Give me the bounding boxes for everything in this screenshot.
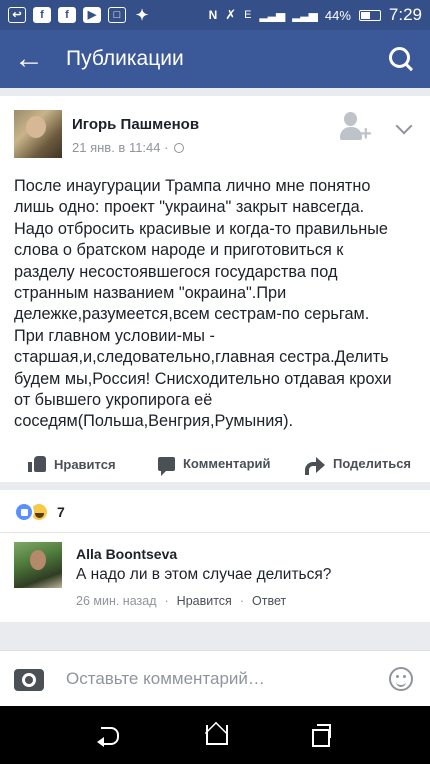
chevron-down-icon[interactable] [395, 117, 413, 135]
facebook-icon: f [58, 7, 76, 23]
comment-input[interactable] [66, 665, 366, 693]
battery-icon [358, 9, 381, 21]
emoji-icon[interactable] [389, 667, 413, 691]
globe-icon [174, 143, 185, 153]
add-friend-icon[interactable]: + [340, 112, 372, 145]
like-label: Нравится [54, 456, 116, 472]
camera-icon[interactable] [14, 669, 44, 691]
divider [0, 532, 430, 533]
comment-label: Комментарий [183, 456, 271, 471]
back-arrow-icon[interactable]: ← [14, 44, 54, 74]
mute-icon: ✗ [225, 7, 237, 22]
comment-button[interactable]: Комментарий [158, 456, 271, 476]
thumbs-up-icon [28, 456, 46, 472]
clock: 7:29 [388, 5, 422, 24]
post-card: Игорь Пашменов 21 янв. в 11:44 · + После… [0, 96, 430, 482]
signal-icon: E [244, 9, 252, 21]
reactions-summary[interactable]: 7 [14, 502, 65, 522]
signal-icon: ▂▃▅ [292, 8, 318, 22]
comment-meta: 26 мин. назад · Нравится · Ответ [76, 594, 286, 608]
post-author[interactable]: Игорь Пашменов [72, 116, 199, 133]
notification-icons: ↩ f f ▶ □ ✦ [8, 7, 151, 23]
comments-section: 7 Alla Boontseva А надо ли в этом случае… [0, 490, 430, 622]
post-time: 21 янв. в 11:44 · [72, 140, 169, 155]
nav-home-icon[interactable] [203, 723, 228, 747]
like-reaction-icon [14, 502, 34, 522]
status-bar: ↩ f f ▶ □ ✦ N ✗ E ▂▃▅ ▂▃▅ 44% 7:29 [0, 0, 430, 30]
post-body: После инаугурации Трампа лично мне понят… [14, 177, 392, 431]
reactions-count: 7 [57, 504, 65, 520]
add-friend-body [340, 127, 362, 140]
plus-icon: + [360, 123, 372, 145]
system-icons: N ✗ E ▂▃▅ ▂▃▅ 44% 7:29 [209, 5, 422, 25]
app-bar: ← Публикации [0, 30, 430, 88]
comment-text: А надо ли в этом случае делиться? [76, 566, 332, 583]
battery-percent: 44% [324, 7, 351, 23]
back-notif-icon: ↩ [8, 7, 26, 23]
share-icon [305, 456, 325, 475]
separator: · [239, 594, 245, 608]
add-friend-head [344, 112, 357, 126]
comment-time: 26 мин. назад [76, 594, 157, 608]
share-button[interactable]: Поделиться [305, 456, 412, 475]
page-title: Публикации [66, 47, 184, 70]
search-icon[interactable] [386, 44, 416, 74]
author-avatar[interactable] [14, 110, 62, 158]
commenter-avatar[interactable] [14, 542, 62, 588]
messenger-icon: □ [108, 7, 126, 23]
comment-composer [0, 650, 430, 706]
nav-recent-icon[interactable] [309, 723, 333, 747]
nfc-icon: N [208, 8, 218, 22]
like-button[interactable]: Нравится [28, 456, 116, 472]
post-timestamp[interactable]: 21 янв. в 11:44 · [72, 140, 185, 155]
youtube-icon: ▶ [83, 7, 101, 23]
comment-icon [158, 456, 175, 476]
share-label: Поделиться [333, 456, 412, 471]
twitter-icon: ✦ [135, 6, 149, 24]
post-actions: Нравится Комментарий Поделиться [0, 448, 430, 482]
comment-reply-link[interactable]: Ответ [252, 594, 286, 608]
facebook-icon: f [33, 7, 51, 23]
nav-back-icon[interactable] [97, 723, 121, 747]
post-header: Игорь Пашменов 21 янв. в 11:44 · + [14, 110, 418, 160]
separator: · [164, 594, 169, 608]
comment-like-link[interactable]: Нравится [177, 594, 232, 608]
system-nav-bar [0, 706, 430, 764]
comment-author[interactable]: Alla Boontseva [76, 546, 177, 562]
signal-icon: ▂▃▅ [259, 8, 286, 22]
